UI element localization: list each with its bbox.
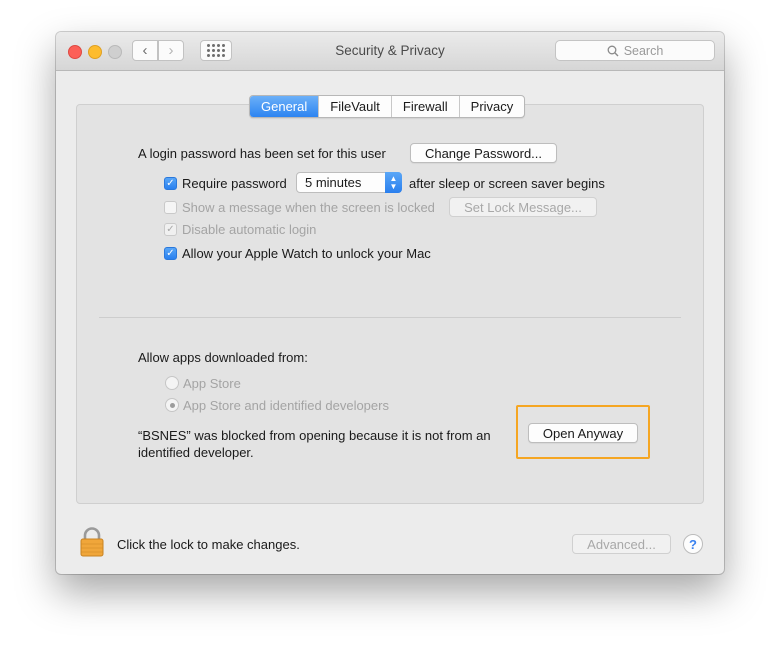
radio-app-store[interactable] (165, 376, 179, 390)
help-button[interactable]: ? (683, 534, 703, 554)
radio-app-store-label: App Store (183, 376, 241, 391)
help-icon: ? (689, 536, 697, 552)
radio-identified-developers-label: App Store and identified developers (183, 398, 389, 413)
search-icon (607, 45, 619, 56)
search-field[interactable]: Search (555, 40, 715, 61)
require-password-suffix: after sleep or screen saver begins (409, 176, 605, 191)
tab-general[interactable]: General (250, 96, 319, 117)
disable-auto-login-checkbox[interactable]: ✓ (164, 223, 177, 236)
search-placeholder: Search (623, 43, 664, 58)
tab-bar: General FileVault Firewall Privacy (249, 95, 526, 118)
allow-apps-heading: Allow apps downloaded from: (138, 350, 308, 365)
radio-identified-developers[interactable] (165, 398, 179, 412)
require-password-delay-value: 5 minutes (305, 175, 362, 190)
set-lock-message-button[interactable]: Set Lock Message... (449, 197, 597, 217)
require-password-label: Require password (182, 176, 287, 191)
tab-privacy[interactable]: Privacy (458, 96, 525, 117)
title-bar: ‹ › Security & Privacy Search (56, 32, 724, 71)
login-password-text: A login password has been set for this u… (138, 146, 386, 161)
tab-filevault[interactable]: FileVault (318, 96, 391, 117)
show-message-label: Show a message when the screen is locked (182, 200, 435, 215)
preferences-window: ‹ › Security & Privacy Search General Fi… (56, 32, 724, 574)
require-password-checkbox[interactable]: ✓ (164, 177, 177, 190)
open-anyway-button[interactable]: Open Anyway (528, 423, 638, 443)
lock-text: Click the lock to make changes. (117, 537, 300, 552)
stepper-arrows-icon: ▲ ▼ (385, 172, 402, 193)
blocked-message-line2: identified developer. (138, 445, 254, 460)
require-password-delay-select[interactable]: 5 minutes ▲ ▼ (296, 172, 402, 193)
advanced-button[interactable]: Advanced... (572, 534, 671, 554)
show-message-checkbox[interactable] (164, 201, 177, 214)
blocked-message-line1: “BSNES” was blocked from opening because… (138, 428, 491, 443)
section-divider (99, 317, 681, 318)
apple-watch-label: Allow your Apple Watch to unlock your Ma… (182, 246, 431, 261)
apple-watch-checkbox[interactable]: ✓ (164, 247, 177, 260)
tab-firewall[interactable]: Firewall (390, 96, 459, 117)
lock-icon[interactable] (80, 527, 104, 557)
disable-auto-login-label: Disable automatic login (182, 222, 317, 237)
change-password-button[interactable]: Change Password... (410, 143, 557, 163)
